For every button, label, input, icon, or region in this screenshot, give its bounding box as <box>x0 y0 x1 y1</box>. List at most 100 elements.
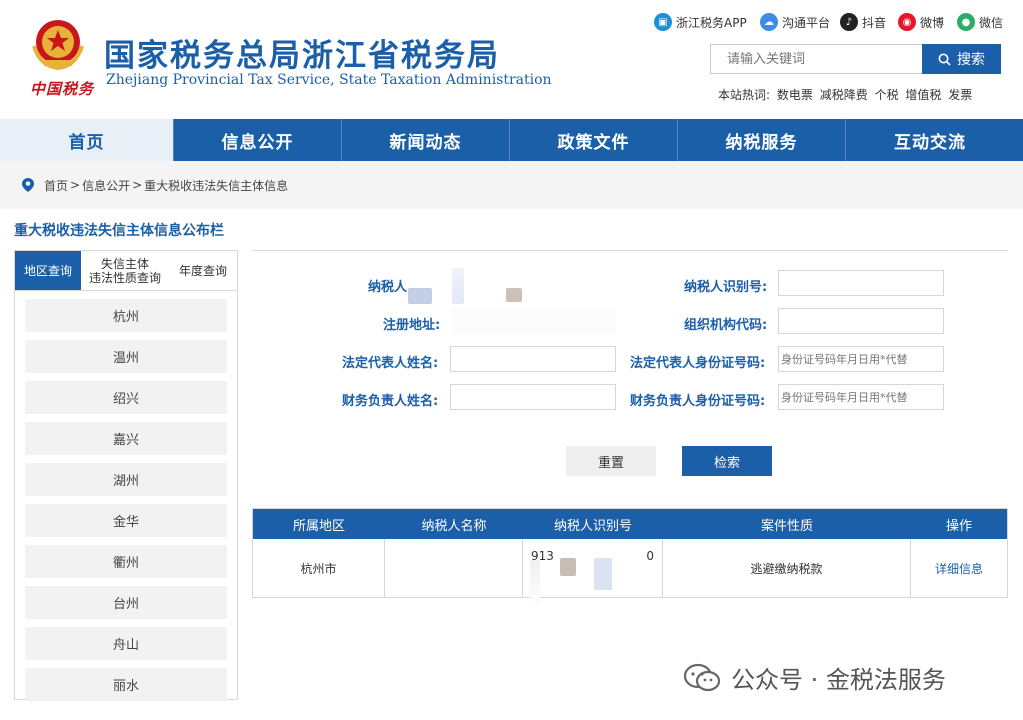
col-taxpayer-id: 纳税人识别号 <box>553 518 632 534</box>
col-taxpayer-name: 纳税人名称 <box>421 518 487 534</box>
region-item-huzhou[interactable]: 湖州 <box>25 463 227 496</box>
region-item-hangzhou[interactable]: 杭州 <box>25 299 227 332</box>
col-case-type: 案件性质 <box>760 518 813 534</box>
label-legal-rep-id: 法定代表人身份证号码: <box>630 356 766 371</box>
hot-words-label: 本站热词: <box>718 88 771 102</box>
site-title: 国家税务总局浙江省税务局 <box>104 38 500 74</box>
hot-word[interactable]: 个税 <box>875 88 899 102</box>
breadcrumb-current[interactable]: 重大税收违法失信主体信息 <box>144 177 288 194</box>
search-input[interactable] <box>727 51 907 67</box>
region-item-taizhou[interactable]: 台州 <box>25 586 227 619</box>
social-app-label: 浙江税务APP <box>676 15 747 30</box>
cell-taxpayer-id: 913 0 <box>523 539 663 597</box>
form-divider <box>252 250 1008 251</box>
hot-words: 本站热词: 数电票 减税降费 个税 增值税 发票 <box>718 86 975 103</box>
label-reg-address: 注册地址: <box>383 318 441 333</box>
cell-taxpayer-name <box>385 539 523 597</box>
search-button[interactable]: 搜索 <box>922 44 1001 74</box>
breadcrumb-separator: > <box>132 178 143 192</box>
region-item-jinhua[interactable]: 金华 <box>25 504 227 537</box>
nav-news[interactable]: 新闻动态 <box>342 119 510 161</box>
col-action: 操作 <box>945 518 972 534</box>
social-wechat-link[interactable]: ● 微信 <box>957 12 1003 32</box>
social-platform-label: 沟通平台 <box>782 15 831 30</box>
region-item-shaoxing[interactable]: 绍兴 <box>25 381 227 414</box>
nav-home[interactable]: 首页 <box>0 119 174 161</box>
cell-action: 详细信息 <box>911 539 1007 597</box>
social-wechat-label: 微信 <box>979 15 1004 30</box>
fin-head-name-input[interactable] <box>450 384 616 410</box>
region-item-quzhou[interactable]: 衢州 <box>25 545 227 578</box>
tab-year-query[interactable]: 年度查询 <box>169 251 237 290</box>
social-weibo-label: 微博 <box>920 15 945 30</box>
legal-rep-id-input[interactable] <box>778 346 944 372</box>
breadcrumb-info-disclosure[interactable]: 信息公开 <box>82 177 130 194</box>
search-box <box>710 44 922 74</box>
label-fin-head-name: 财务负责人姓名: <box>342 394 439 409</box>
sidebar-title: 重大税收违法失信主体信息公布栏 <box>14 223 224 239</box>
search-icon <box>938 53 951 66</box>
label-taxpayer-id: 纳税人识别号: <box>684 280 768 295</box>
watermark: 公众号 · 金税法服务 <box>683 660 946 695</box>
col-region: 所属地区 <box>292 518 345 534</box>
weibo-icon: ◉ <box>898 13 916 31</box>
reset-button[interactable]: 重置 <box>566 446 656 476</box>
id-visible-end: 0 <box>646 549 654 563</box>
redacted-field <box>506 288 522 302</box>
national-emblem-icon <box>32 20 84 71</box>
social-douyin-label: 抖音 <box>862 15 887 30</box>
social-platform-link[interactable]: ☁ 沟通平台 <box>760 12 830 32</box>
detail-link[interactable]: 详细信息 <box>935 560 983 577</box>
breadcrumb-home[interactable]: 首页 <box>44 177 68 194</box>
main-nav: 首页 信息公开 新闻动态 政策文件 纳税服务 互动交流 <box>0 119 1023 161</box>
nav-info-disclosure[interactable]: 信息公开 <box>174 119 342 161</box>
logo-script-text: 中国税务 <box>30 80 95 98</box>
taxpayer-id-input[interactable] <box>778 270 944 296</box>
redacted-field <box>530 560 540 610</box>
social-douyin-link[interactable]: ♪ 抖音 <box>840 12 886 32</box>
region-item-jiaxing[interactable]: 嘉兴 <box>25 422 227 455</box>
sidebar: 地区查询 失信主体 违法性质查询 年度查询 杭州 温州 绍兴 嘉兴 湖州 金华 … <box>14 250 238 701</box>
tab-region-query[interactable]: 地区查询 <box>15 251 81 290</box>
site-subtitle: Zhejiang Provincial Tax Service, State T… <box>106 72 552 88</box>
region-list: 杭州 温州 绍兴 嘉兴 湖州 金华 衢州 台州 舟山 丽水 <box>15 291 237 713</box>
wechat-icon <box>683 663 721 691</box>
hot-word[interactable]: 数电票 <box>777 88 813 102</box>
social-app-link[interactable]: ▣ 浙江税务APP <box>654 12 747 32</box>
nav-tax-service[interactable]: 纳税服务 <box>678 119 846 161</box>
hot-word[interactable]: 增值税 <box>905 88 941 102</box>
nav-policy[interactable]: 政策文件 <box>510 119 678 161</box>
page-root: 中国税务 国家税务总局浙江省税务局 Zhejiang Provincial Ta… <box>0 0 1023 720</box>
watermark-text: 公众号 · 金税法服务 <box>731 666 946 694</box>
douyin-icon: ♪ <box>840 13 858 31</box>
breadcrumb: 首页 > 信息公开 > 重大税收违法失信主体信息 <box>0 161 1023 209</box>
label-taxpayer-name: 纳税人 <box>368 280 408 295</box>
hot-word[interactable]: 减税降费 <box>820 88 868 102</box>
nav-interaction[interactable]: 互动交流 <box>846 119 1014 161</box>
org-code-input[interactable] <box>778 308 944 334</box>
table-row: 杭州市 913 0 逃避缴纳税款 详细信息 <box>253 539 1007 597</box>
site-header: 中国税务 国家税务总局浙江省税务局 Zhejiang Provincial Ta… <box>0 0 1023 118</box>
redacted-field <box>452 268 464 304</box>
region-item-lishui[interactable]: 丽水 <box>25 668 227 701</box>
cloud-icon: ☁ <box>760 13 778 31</box>
search-submit-button[interactable]: 检索 <box>682 446 772 476</box>
location-pin-icon <box>22 178 34 192</box>
app-icon: ▣ <box>654 13 672 31</box>
wechat-icon: ● <box>957 13 975 31</box>
fin-head-id-input[interactable] <box>778 384 944 410</box>
breadcrumb-separator: > <box>70 178 81 192</box>
hot-word[interactable]: 发票 <box>948 88 972 102</box>
tab-violation-type-query[interactable]: 失信主体 违法性质查询 <box>81 251 169 290</box>
label-org-code: 组织机构代码: <box>684 318 768 333</box>
label-fin-head-id: 财务负责人身份证号码: <box>630 394 766 409</box>
region-item-zhoushan[interactable]: 舟山 <box>25 627 227 660</box>
region-item-wenzhou[interactable]: 温州 <box>25 340 227 373</box>
legal-rep-name-input[interactable] <box>450 346 616 372</box>
cell-case-type: 逃避缴纳税款 <box>663 539 911 597</box>
sidebar-tabs: 地区查询 失信主体 违法性质查询 年度查询 <box>15 251 237 291</box>
label-legal-rep-name: 法定代表人姓名: <box>342 356 439 371</box>
social-weibo-link[interactable]: ◉ 微博 <box>898 12 944 32</box>
redacted-field <box>560 558 576 576</box>
redacted-field <box>408 288 432 304</box>
